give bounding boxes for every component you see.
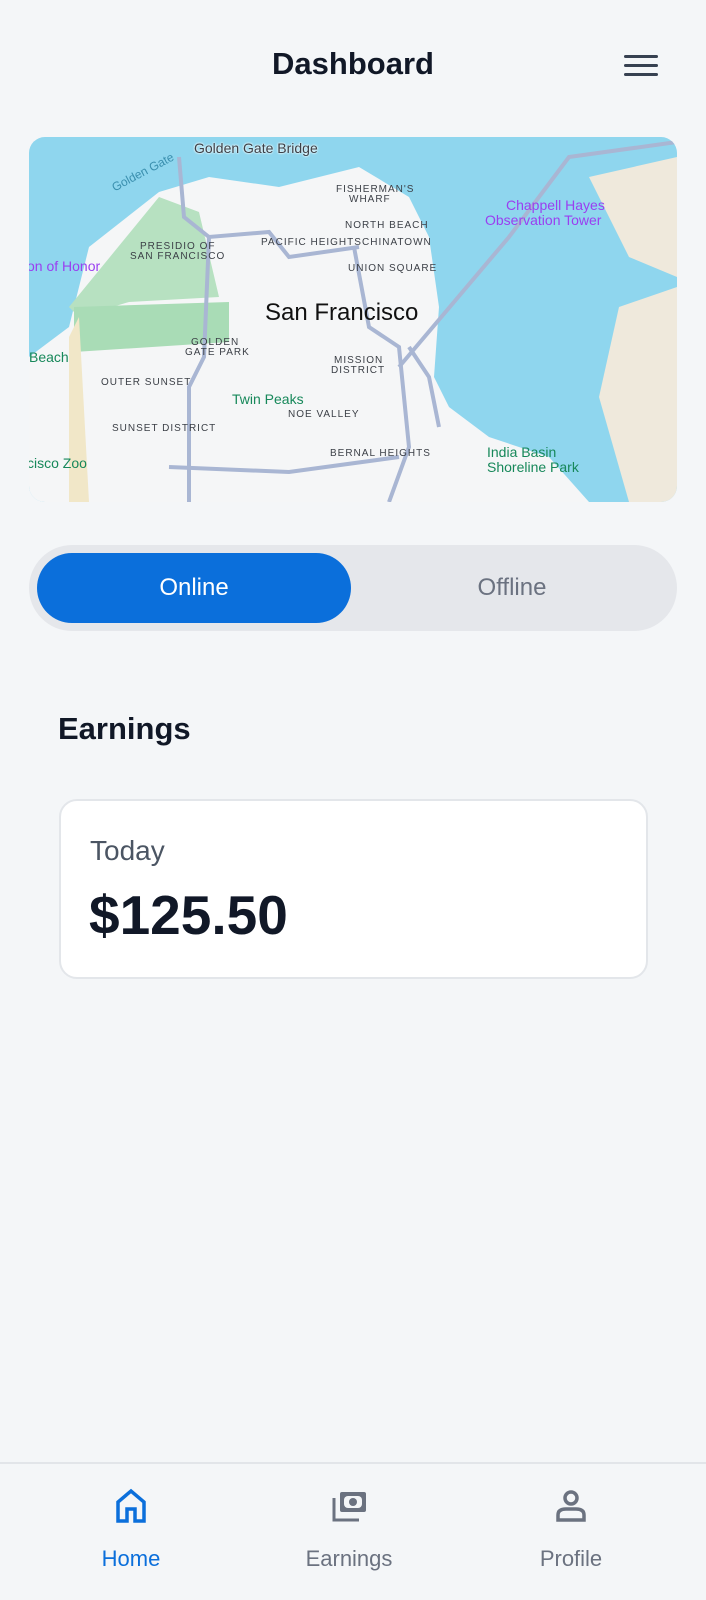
header: Dashboard (0, 0, 706, 120)
nav-label: Earnings (305, 1546, 393, 1571)
map-label: India Basin (487, 444, 557, 460)
bottom-nav: Home Earnings Profile (0, 1462, 706, 1600)
money-icon (332, 1492, 366, 1522)
earnings-period: Today (90, 835, 165, 866)
map-label: on of Honor (29, 258, 101, 274)
person-icon (556, 1490, 586, 1522)
earnings-heading: Earnings (58, 711, 191, 746)
map-view[interactable]: Golden Gate Bridge Golden Gate FISHERMAN… (29, 137, 677, 502)
page-title: Dashboard (272, 46, 434, 81)
map-label: Shoreline Park (487, 459, 579, 475)
status-toggle[interactable]: Online Offline (29, 545, 677, 631)
map-label: PACIFIC HEIGHTS (261, 237, 362, 248)
map-label: OUTER SUNSET (101, 377, 192, 388)
map-label: Chappell Hayes (506, 197, 605, 213)
map-label: SUNSET DISTRICT (112, 423, 217, 434)
map-label: WHARF (349, 194, 391, 205)
map-label: CHINATOWN (362, 237, 432, 248)
map-label: Golden Gate Bridge (194, 140, 318, 156)
map-label: Observation Tower (485, 212, 602, 228)
map-label: cisco Zoo (29, 455, 87, 471)
home-icon (116, 1488, 146, 1523)
nav-label: Profile (539, 1546, 603, 1571)
nav-label: Home (101, 1546, 161, 1571)
offline-option[interactable]: Offline (355, 553, 669, 623)
map-city-label: San Francisco (265, 299, 419, 326)
map-label: NOE VALLEY (288, 409, 360, 420)
nav-home[interactable]: Home (31, 1464, 231, 1600)
hamburger-menu-icon[interactable] (624, 53, 658, 79)
map-label: NORTH BEACH (345, 220, 429, 231)
map-label: SAN FRANCISCO (130, 251, 226, 262)
map-label: Twin Peaks (232, 391, 304, 407)
map-label: Beach (29, 349, 69, 365)
map-label: UNION SQUARE (348, 263, 438, 274)
map-label: DISTRICT (331, 365, 386, 376)
nav-earnings[interactable]: Earnings (249, 1464, 449, 1600)
earnings-amount: $125.50 (89, 884, 288, 946)
earnings-card: Today $125.50 (59, 799, 648, 979)
nav-profile[interactable]: Profile (471, 1464, 671, 1600)
online-option[interactable]: Online (37, 553, 351, 623)
map-label: GATE PARK (185, 347, 250, 358)
map-label: BERNAL HEIGHTS (330, 448, 431, 459)
